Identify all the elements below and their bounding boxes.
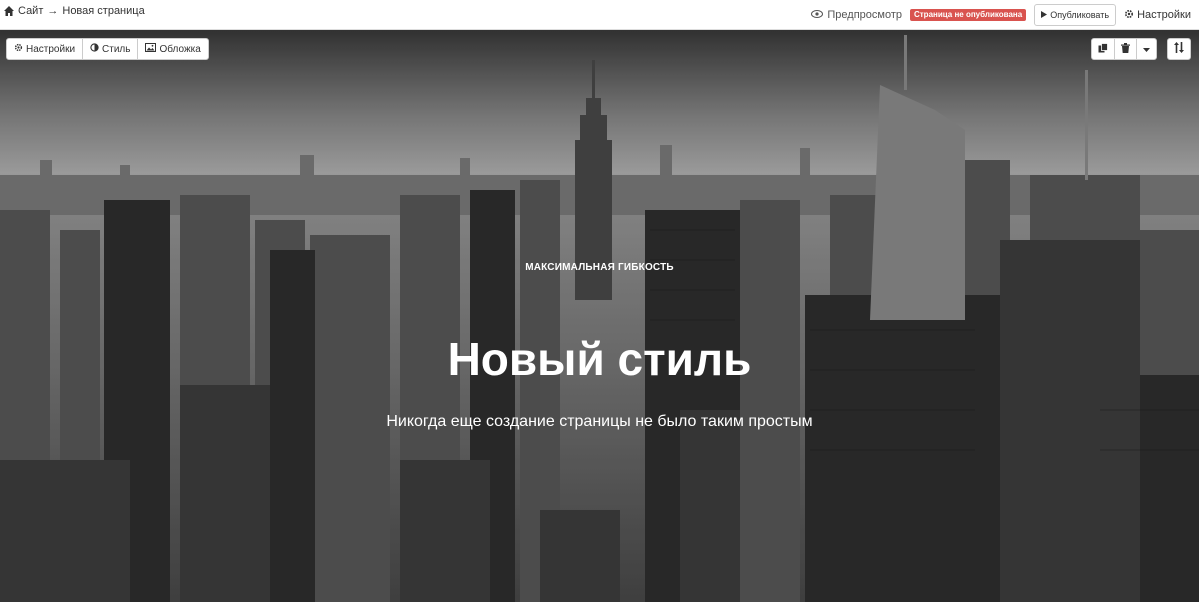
copy-icon bbox=[1098, 42, 1108, 56]
copy-block-button[interactable] bbox=[1092, 39, 1114, 59]
trash-icon bbox=[1121, 42, 1130, 56]
hero-section: МАКСИМАЛЬНАЯ ГИБКОСТЬ Новый стиль Никогд… bbox=[0, 30, 1199, 602]
breadcrumb-current-page: Новая страница bbox=[62, 5, 145, 17]
block-sort-toolbar bbox=[1167, 38, 1191, 60]
eye-icon bbox=[811, 9, 824, 21]
block-style-label: Стиль bbox=[102, 43, 131, 55]
topbar-actions: Предпросмотр Страница не опубликована Оп… bbox=[811, 4, 1191, 26]
delete-block-button[interactable] bbox=[1114, 39, 1136, 59]
sort-blocks-button[interactable] bbox=[1168, 39, 1190, 59]
block-more-dropdown[interactable] bbox=[1136, 39, 1156, 59]
block-style-button[interactable]: Стиль bbox=[82, 39, 137, 59]
image-icon bbox=[145, 43, 157, 55]
block-actions-toolbar bbox=[1091, 38, 1157, 60]
hero-kicker[interactable]: МАКСИМАЛЬНАЯ ГИБКОСТЬ bbox=[0, 262, 1199, 273]
status-badge: Страница не опубликована bbox=[909, 8, 1027, 22]
block-cover-button[interactable]: Обложка bbox=[137, 39, 207, 59]
hero-content: МАКСИМАЛЬНАЯ ГИБКОСТЬ Новый стиль Никогд… bbox=[0, 30, 1199, 602]
block-settings-button[interactable]: Настройки bbox=[7, 39, 82, 59]
caret-down-icon bbox=[1143, 44, 1150, 55]
hero-subtitle[interactable]: Никогда еще создание страницы не было та… bbox=[0, 413, 1199, 431]
preview-label: Предпросмотр bbox=[827, 9, 902, 21]
block-cover-label: Обложка bbox=[159, 43, 201, 55]
gear-icon bbox=[14, 43, 23, 55]
play-icon bbox=[1041, 10, 1048, 20]
breadcrumb-arrow: → bbox=[47, 5, 59, 17]
admin-topbar: Сайт → Новая страница Предпросмотр Стран… bbox=[0, 0, 1199, 30]
publish-button[interactable]: Опубликовать bbox=[1034, 4, 1117, 26]
block-settings-label: Настройки bbox=[26, 43, 76, 55]
preview-link[interactable]: Предпросмотр bbox=[811, 9, 902, 21]
contrast-icon bbox=[90, 43, 99, 55]
home-icon[interactable] bbox=[4, 6, 14, 16]
block-editor-toolbar: Настройки Стиль Обложка bbox=[6, 38, 209, 60]
publish-label: Опубликовать bbox=[1050, 10, 1110, 20]
breadcrumb-site-link[interactable]: Сайт bbox=[18, 5, 43, 17]
hero-title[interactable]: Новый стиль bbox=[0, 332, 1199, 386]
settings-label: Настройки bbox=[1137, 9, 1191, 21]
gear-icon bbox=[1124, 9, 1134, 22]
page-settings-link[interactable]: Настройки bbox=[1124, 9, 1191, 22]
sort-icon bbox=[1174, 42, 1184, 56]
breadcrumb: Сайт → Новая страница bbox=[4, 5, 145, 17]
